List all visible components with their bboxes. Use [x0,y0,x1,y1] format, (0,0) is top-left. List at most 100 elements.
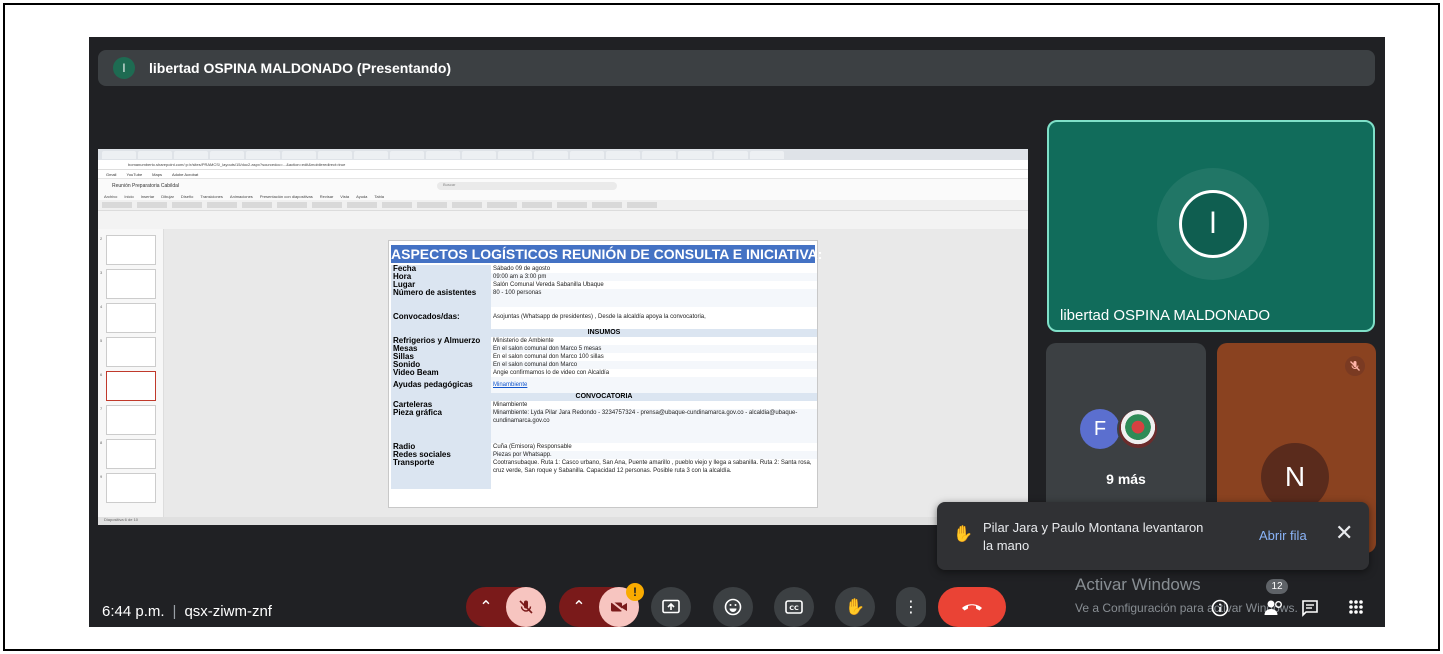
ribbon-control [522,202,552,208]
phone-hangup-icon [962,604,982,611]
presenter-name: libertad OSPINA MALDONADO (Presentando) [149,60,452,76]
slide-thumbnail: 9 [100,473,156,503]
ppt-file-name: Reunión Preparatoria Cabildal [112,182,179,189]
presenter-avatar: l [113,57,135,79]
participant-avatar: l [1179,190,1247,258]
row-value: Cootransubaque. Ruta 1: Casco urbano, Sa… [493,460,812,474]
row-value: Angie confirmamos lo de video con Alcald… [493,370,610,376]
browser-tab [678,150,712,159]
ppt-title-bar: Reunión Preparatoria Cabildal Buscar [98,179,1028,192]
browser-bookmarks-bar: Gmail YouTube Maps Adobe Acrobat [98,170,1028,179]
section-title: CONVOCATORIA [391,393,817,401]
ppt-menu-item: Dibujar [161,193,174,199]
table-row: Pieza gráfica Minambiente: Lyda Pilar Jar… [391,409,817,443]
ppt-menu-item: Revisar [319,193,334,199]
table-row: Fecha Sábado 09 de agosto [391,265,817,273]
row-key: Pieza gráfica [391,409,491,443]
captions-icon: CC [785,600,803,614]
slide-thumbnail: 5 [100,337,156,367]
slide-thumbnails: 2 3 4 5 6 7 8 9 [98,229,164,517]
row-key: Video Beam [391,369,491,377]
more-participants-label: 9 más [1106,471,1146,487]
row-value: Piezas por Whatsapp. [491,451,817,459]
activities-icon[interactable] [1348,599,1364,620]
ppt-menu-item: Animaciones [229,193,253,199]
browser-tab [750,150,784,159]
browser-tab [210,150,244,159]
table-row: Refrigerios y Almuerzo Ministerio de Ambi… [391,337,817,345]
ribbon-control [312,202,342,208]
ribbon-control [207,202,237,208]
more-vert-icon: ⋮ [903,599,919,616]
chevron-up-icon[interactable]: ⌃ [559,597,599,617]
reactions-button[interactable] [713,587,753,627]
open-queue-button[interactable]: Abrir fila [1259,528,1307,543]
leave-call-button[interactable] [938,587,1006,627]
browser-tab [354,150,388,159]
chevron-up-icon[interactable]: ⌃ [466,597,506,617]
row-value: Salón Comunal Vereda Sabanilla Ubaque [493,282,604,288]
slide-thumbnail: 2 [100,235,156,265]
slide-thumbnail: 3 [100,269,156,299]
ribbon-control [557,202,587,208]
presenter-bar: l libertad OSPINA MALDONADO (Presentando… [98,50,1375,86]
mic-off-icon[interactable] [506,587,546,627]
close-icon[interactable]: ✕ [1335,522,1353,544]
table-row: Sillas En el salon comunal don Marco 100 … [391,353,817,361]
ribbon-control [487,202,517,208]
ppt-menu-item: Inicio [124,193,134,199]
table-row: Convocados/das: Asojuntas (Whatsapp de pr… [391,307,817,329]
hand-icon: ✋ [845,599,865,616]
row-key: Número de asistentes [391,289,491,307]
people-icon[interactable] [1264,599,1284,622]
toast-message: Pilar Jara y Paulo Montana levantaron la… [983,520,1204,553]
hand-icon: ✋ [953,526,973,543]
present-screen-button[interactable] [651,587,691,627]
browser-tab [246,150,280,159]
browser-tab [318,150,352,159]
browser-tab [714,150,748,159]
ppt-menu-item: Vista [340,193,350,199]
row-value: En el salon comunal don Marco 5 mesas [491,345,817,353]
browser-tab [606,150,640,159]
ribbon-control [452,202,482,208]
participants-count: 12 [1266,579,1288,594]
ppt-search: Buscar [437,181,617,190]
ppt-menu-item: Presentación con diapositivas [259,193,313,199]
ribbon-control [242,202,272,208]
ribbon-control [347,202,377,208]
ribbon-control [102,202,132,208]
row-value: Cuña (Emisora) Responsable [493,444,572,450]
browser-tab [174,150,208,159]
table-row: Sonido En el salon comunal don Marco [391,361,817,369]
mic-off-icon [1345,356,1365,376]
table-row: Video Beam Angie confirmamos lo de video … [391,369,817,377]
table-section-header: CONVOCATORIA [391,393,817,401]
browser-tab [426,150,460,159]
raise-hand-button[interactable]: ✋ [835,587,875,627]
participant-tile-main[interactable]: l libertad OSPINA MALDONADO [1047,120,1375,332]
captions-button[interactable]: CC [774,587,814,627]
table-row: Redes sociales Piezas por Whatsapp. [391,451,817,459]
mic-control: ⌃ [466,587,546,627]
ribbon-control [382,202,412,208]
bookmark: Gmail [106,171,117,177]
ppt-menu-bar: Archivo Inicio Insertar Dibujar Diseño T… [98,192,1028,200]
meeting-code[interactable]: qsx-ziwm-znf [184,603,272,620]
ribbon-control [277,202,307,208]
shared-screen[interactable]: bomanumberto.sharepoint.com/:p:/r/sites/… [98,149,1028,525]
row-value: 09:00 am a 3:00 pm [491,273,817,281]
info-icon[interactable] [1211,599,1229,622]
chat-icon[interactable] [1301,599,1319,622]
more-options-button[interactable]: ⋮ [896,587,926,627]
row-value: Minambiente: Lyda Pilar Jara Redondo - 3… [491,409,817,443]
bookmark: YouTube [126,171,143,177]
participant-tile-more[interactable]: F 9 más [1046,343,1206,513]
emoji-icon [724,598,742,616]
table-row: Mesas En el salon comunal don Marco 5 mes… [391,345,817,353]
svg-text:CC: CC [789,604,799,612]
bookmark: Maps [152,171,162,177]
browser-tab [138,150,172,159]
participant-avatar: N [1261,443,1329,511]
ppt-status-bar: Diapositiva 6 de 10 [98,517,1028,525]
